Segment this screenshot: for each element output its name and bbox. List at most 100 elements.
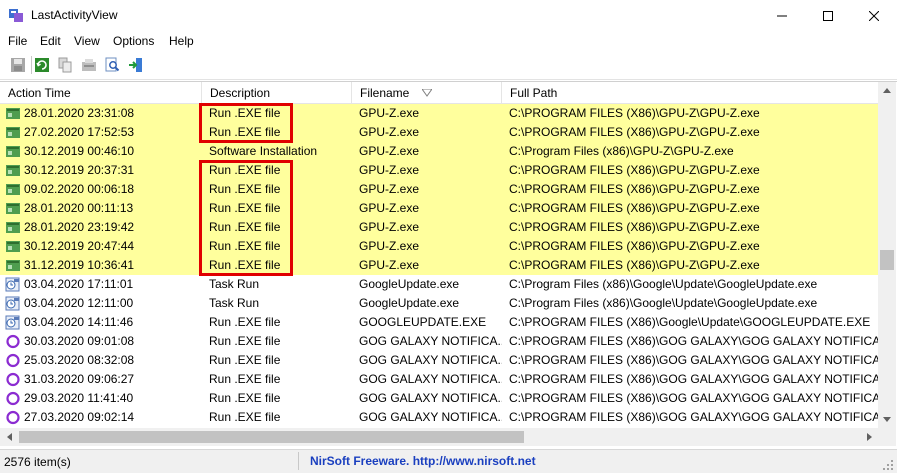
- column-header-description[interactable]: Description: [202, 82, 352, 104]
- vertical-scrollbar[interactable]: [878, 82, 896, 428]
- cell-description: Task Run: [209, 296, 260, 310]
- sort-indicator-icon: [422, 89, 432, 97]
- table-row[interactable]: 29.03.2020 11:41:40 Run .EXE file GOG GALA…: [0, 389, 878, 408]
- green-window-icon: [5, 258, 21, 273]
- close-icon: [869, 10, 879, 21]
- refresh-button[interactable]: [33, 56, 51, 74]
- cell-action-time: 30.12.2019 20:37:31: [24, 163, 135, 177]
- exit-button[interactable]: [127, 56, 145, 74]
- scroll-up-button[interactable]: [878, 82, 896, 99]
- table-row[interactable]: 03.04.2020 17:11:01 Task Run GoogleUpdate.…: [0, 275, 878, 294]
- table-row[interactable]: 03.04.2020 14:11:46 Run .EXE file GOOGLEUP…: [0, 313, 878, 332]
- cell-filename: GPU-Z.exe: [359, 258, 420, 272]
- table-row[interactable]: 03.04.2020 12:11:00 Task Run GoogleUpdate.…: [0, 294, 878, 313]
- list-header: Action Time Description Filename Full Pa…: [0, 82, 878, 104]
- title-bar[interactable]: LastActivityView: [0, 0, 897, 31]
- cell-description: Run .EXE file: [209, 220, 281, 234]
- menu-edit[interactable]: Edit: [40, 34, 61, 48]
- scheduled-task-icon: [5, 315, 21, 330]
- cell-description: Task Run: [209, 277, 260, 291]
- activity-list[interactable]: Action Time Description Filename Full Pa…: [0, 81, 897, 449]
- save-button[interactable]: [9, 56, 27, 74]
- cell-description: Run .EXE file: [209, 125, 281, 139]
- cell-filename: GOG GALAXY NOTIFICA...: [359, 372, 502, 386]
- table-row[interactable]: 27.02.2020 17:52:53 Run .EXE file GPU-Z.ex…: [0, 123, 878, 142]
- close-button[interactable]: [851, 0, 897, 31]
- find-button[interactable]: [103, 56, 121, 74]
- cell-filename: GPU-Z.exe: [359, 106, 420, 120]
- cell-action-time: 03.04.2020 17:11:01: [24, 277, 134, 291]
- scrollbar-corner: [878, 428, 896, 446]
- minimize-button[interactable]: [759, 0, 805, 31]
- menu-options[interactable]: Options: [113, 34, 154, 48]
- resize-grip-icon[interactable]: [882, 459, 894, 471]
- menu-bar: File Edit View Options Help: [0, 31, 897, 51]
- copy-button[interactable]: [56, 56, 74, 74]
- table-row[interactable]: 31.12.2019 10:36:41 Run .EXE file GPU-Z.ex…: [0, 256, 878, 275]
- cell-description: Run .EXE file: [209, 334, 281, 348]
- cell-full-path: C:\PROGRAM FILES (X86)\GPU-Z\GPU-Z.exe: [509, 125, 760, 139]
- cell-full-path: C:\PROGRAM FILES (X86)\GOG GALAXY\GOG GA…: [509, 353, 878, 367]
- cell-full-path: C:\Program Files (x86)\Google\Update\Goo…: [509, 296, 818, 310]
- cell-action-time: 31.12.2019 10:36:41: [24, 258, 135, 272]
- cell-description: Run .EXE file: [209, 182, 281, 196]
- scheduled-task-icon: [5, 296, 21, 311]
- cell-action-time: 31.03.2020 09:06:27: [24, 372, 135, 386]
- horizontal-scrollbar[interactable]: [0, 428, 878, 446]
- vertical-scroll-thumb[interactable]: [880, 250, 894, 270]
- menu-help[interactable]: Help: [169, 34, 194, 48]
- column-header-full-path[interactable]: Full Path: [502, 82, 878, 104]
- cell-full-path: C:\PROGRAM FILES (X86)\GPU-Z\GPU-Z.exe: [509, 163, 760, 177]
- cell-filename: GPU-Z.exe: [359, 239, 420, 253]
- table-row[interactable]: 28.01.2020 23:19:42 Run .EXE file GPU-Z.ex…: [0, 218, 878, 237]
- menu-view[interactable]: View: [74, 34, 100, 48]
- scroll-down-button[interactable]: [878, 411, 896, 428]
- table-row[interactable]: 28.01.2020 00:11:13 Run .EXE file GPU-Z.ex…: [0, 199, 878, 218]
- cell-action-time: 09.02.2020 00:06:18: [24, 182, 135, 196]
- green-window-icon: [5, 182, 21, 197]
- cell-filename: GPU-Z.exe: [359, 220, 420, 234]
- gog-ring-icon: [5, 410, 21, 425]
- table-row[interactable]: 25.03.2020 08:32:08 Run .EXE file GOG GALA…: [0, 351, 878, 370]
- cell-full-path: C:\PROGRAM FILES (X86)\GPU-Z\GPU-Z.exe: [509, 106, 760, 120]
- cell-action-time: 03.04.2020 14:11:46: [24, 315, 134, 329]
- horizontal-scroll-thumb[interactable]: [19, 431, 524, 443]
- exit-icon: [129, 58, 142, 72]
- table-row[interactable]: 28.01.2020 23:31:08 Run .EXE file GPU-Z.ex…: [0, 104, 878, 123]
- table-row[interactable]: 31.03.2020 09:06:27 Run .EXE file GOG GALA…: [0, 370, 878, 389]
- properties-button[interactable]: [80, 56, 98, 74]
- cell-filename: GOG GALAXY NOTIFICA...: [359, 391, 502, 405]
- cell-action-time: 29.03.2020 11:41:40: [24, 391, 134, 405]
- green-window-icon: [5, 220, 21, 235]
- column-header-action-time[interactable]: Action Time: [0, 82, 202, 104]
- table-row[interactable]: 09.02.2020 00:06:18 Run .EXE file GPU-Z.ex…: [0, 180, 878, 199]
- maximize-button[interactable]: [805, 0, 851, 31]
- scroll-left-button[interactable]: [0, 428, 18, 446]
- table-row[interactable]: 30.03.2020 09:01:08 Run .EXE file GOG GALA…: [0, 332, 878, 351]
- cell-filename: GPU-Z.exe: [359, 163, 420, 177]
- cell-action-time: 28.01.2020 23:31:08: [24, 106, 135, 120]
- cell-filename: GoogleUpdate.exe: [359, 277, 460, 291]
- table-row[interactable]: 30.12.2019 00:46:10 Software Installation…: [0, 142, 878, 161]
- cell-filename: GPU-Z.exe: [359, 201, 420, 215]
- cell-filename: GOG GALAXY NOTIFICA...: [359, 334, 502, 348]
- cell-description: Run .EXE file: [209, 258, 281, 272]
- cell-full-path: C:\PROGRAM FILES (X86)\GPU-Z\GPU-Z.exe: [509, 182, 760, 196]
- gog-ring-icon: [5, 353, 21, 368]
- cell-description: Run .EXE file: [209, 372, 281, 386]
- table-row[interactable]: 30.12.2019 20:37:31 Run .EXE file GPU-Z.ex…: [0, 161, 878, 180]
- table-row[interactable]: 27.03.2020 09:02:14 Run .EXE file GOG GALA…: [0, 408, 878, 427]
- menu-file[interactable]: File: [8, 34, 27, 48]
- window-title: LastActivityView: [31, 8, 118, 22]
- cell-filename: GPU-Z.exe: [359, 125, 420, 139]
- cell-full-path: C:\PROGRAM FILES (X86)\GOG GALAXY\GOG GA…: [509, 391, 878, 405]
- app-window: LastActivityView File Edit View Options …: [0, 0, 897, 473]
- item-count: 2576 item(s): [4, 455, 71, 469]
- gog-ring-icon: [5, 372, 21, 387]
- cell-description: Run .EXE file: [209, 163, 281, 177]
- table-row[interactable]: 30.12.2019 20:47:44 Run .EXE file GPU-Z.ex…: [0, 237, 878, 256]
- cell-action-time: 30.12.2019 00:46:10: [24, 144, 135, 158]
- scroll-right-button[interactable]: [860, 428, 878, 446]
- gog-ring-icon: [5, 334, 21, 349]
- nirsoft-link[interactable]: NirSoft Freeware. http://www.nirsoft.net: [310, 454, 536, 468]
